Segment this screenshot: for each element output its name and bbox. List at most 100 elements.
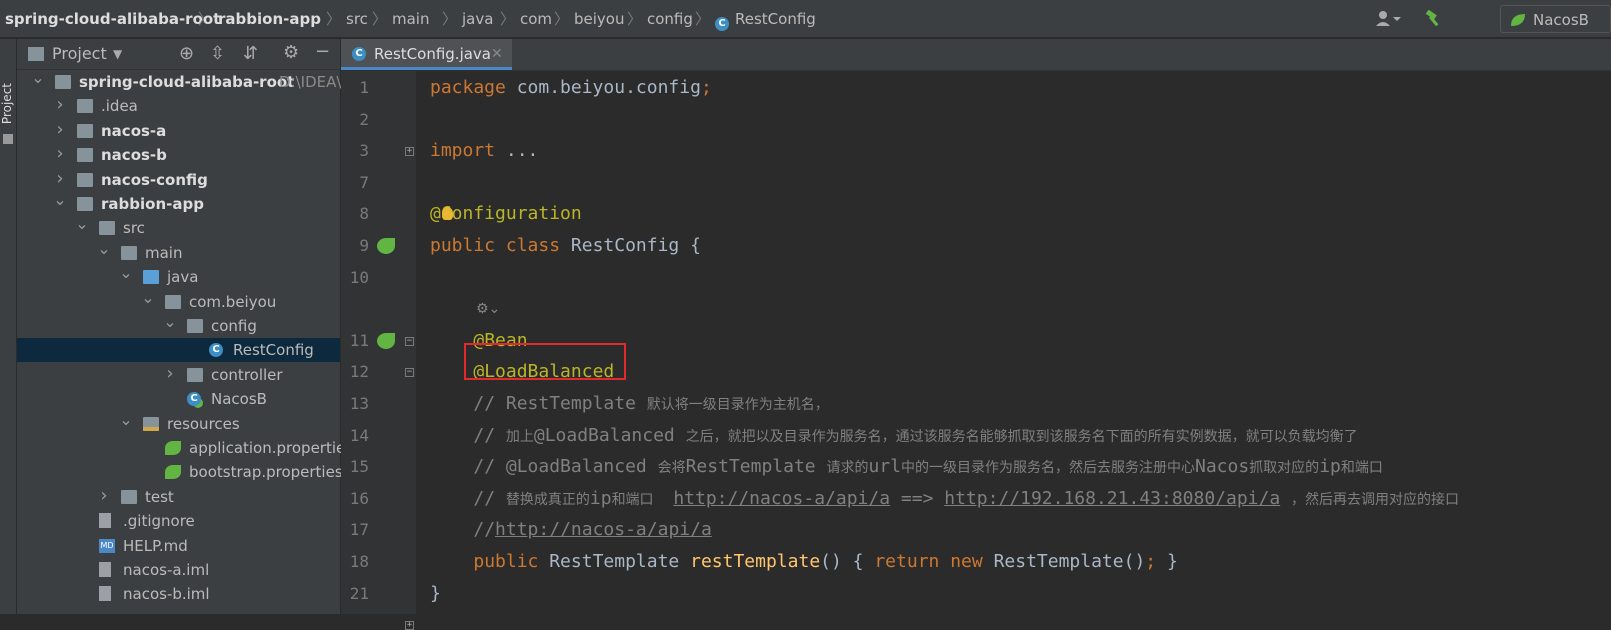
chevron-down-icon[interactable]: ⌄ — [31, 66, 45, 90]
code-token: public class — [430, 235, 571, 256]
code-token: // — [473, 424, 506, 446]
code-token: url — [868, 456, 901, 478]
code-token: ==> — [890, 487, 945, 509]
tree-row[interactable]: ⌄ spring-cloud-alibaba-root D:\IDEA\spr — [17, 68, 365, 94]
breadcrumb-item[interactable]: main — [392, 9, 429, 29]
panel-title[interactable]: Project — [52, 44, 107, 64]
tree-item-label: main — [145, 243, 183, 262]
chevron-down-icon[interactable]: ⌄ — [141, 286, 155, 310]
breadcrumb-item[interactable]: src — [346, 9, 368, 29]
code-token: // — [473, 519, 496, 541]
folder-icon — [77, 99, 93, 114]
fold-icon[interactable]: − — [405, 336, 414, 346]
locate-icon[interactable]: ⊕ — [179, 43, 194, 64]
code-token: ，然后再去调用对应的接口 — [1291, 491, 1460, 508]
collapse-all-icon[interactable]: ⇵ — [243, 43, 258, 64]
code-token: RestTemplate — [549, 551, 691, 572]
lightbulb-icon[interactable] — [442, 207, 453, 221]
chevron-right-icon[interactable]: › — [53, 167, 67, 191]
breadcrumb-item[interactable]: RestConfig — [735, 9, 816, 29]
spring-bean-gutter-icon[interactable] — [377, 238, 395, 254]
tree-row[interactable]: ⌄ resources — [17, 410, 340, 436]
chevron-down-icon[interactable]: ⌄ — [119, 261, 133, 285]
spring-boot-icon — [1509, 12, 1527, 32]
tree-row[interactable]: .gitignore — [17, 509, 340, 533]
chevron-right-icon[interactable]: › — [53, 118, 67, 142]
module-folder-icon — [77, 197, 93, 211]
line-number: 3 — [359, 141, 369, 161]
class-icon: C — [715, 11, 729, 31]
spring-bean-gutter-icon[interactable] — [377, 332, 395, 349]
package-icon — [187, 367, 203, 382]
tree-row[interactable]: application.properties — [17, 436, 353, 460]
minimize-icon[interactable]: − — [315, 41, 330, 62]
breadcrumb-separator: 〉 — [442, 10, 458, 28]
run-config-label: NacosB — [1533, 11, 1589, 29]
tree-row[interactable]: › nacos-a — [17, 119, 340, 143]
chevron-right-icon[interactable]: › — [53, 93, 67, 117]
code-line: public RestTemplate restTemplate() { ret… — [430, 546, 1177, 578]
breadcrumb-item[interactable]: beiyou — [574, 9, 624, 29]
line-number: 10 — [349, 267, 369, 287]
fold-icon[interactable]: + — [405, 621, 414, 630]
tree-row[interactable]: › controller — [17, 363, 340, 387]
run-configuration-select[interactable]: NacosB — [1500, 5, 1611, 33]
line-number — [341, 293, 369, 325]
fold-icon[interactable]: + — [405, 147, 414, 157]
line-number: 1 — [359, 78, 369, 97]
tree-row[interactable]: › test — [17, 485, 340, 509]
iml-icon — [99, 586, 111, 602]
tree-row[interactable]: ⌄ rabbion-app — [17, 190, 340, 216]
tree-row[interactable]: ⌄ com.beiyou — [17, 288, 340, 314]
code-token: import — [430, 140, 506, 162]
tree-row[interactable]: ⌄ config — [17, 312, 340, 338]
folder-icon — [28, 47, 44, 61]
build-hammer-icon[interactable] — [1424, 9, 1444, 30]
chevron-right-icon[interactable]: › — [53, 142, 67, 166]
breadcrumb-item[interactable]: rabbion-app — [218, 9, 321, 29]
code-line: // @LoadBalanced 会将RestTemplate 请求的url中的… — [430, 451, 1383, 483]
tree-item-label: nacos-a.iml — [123, 561, 210, 579]
close-icon[interactable]: ✕ — [491, 44, 503, 64]
tree-row[interactable]: ⌄ java — [17, 263, 340, 289]
tree-row[interactable]: bootstrap.properties — [17, 460, 343, 484]
chevron-down-icon[interactable]: ⌄ — [119, 408, 133, 432]
chevron-right-icon[interactable]: › — [97, 484, 111, 508]
tree-row[interactable]: MD HELP.md — [17, 534, 340, 558]
breadcrumb-item[interactable]: com — [520, 9, 552, 29]
project-tool-window-button[interactable]: Project — [0, 83, 16, 124]
code-token: () { — [820, 551, 875, 572]
chevron-down-icon[interactable]: ⌄ — [75, 212, 89, 236]
tree-row[interactable]: › nacos-b — [17, 143, 340, 167]
tree-item-label: spring-cloud-alibaba-root — [79, 73, 295, 91]
chevron-down-icon[interactable]: ⌄ — [97, 237, 111, 261]
breadcrumb-item[interactable]: spring-cloud-alibaba-root — [5, 9, 220, 29]
tree-row[interactable]: ⌄ src — [17, 214, 340, 240]
code-token: return new — [874, 551, 994, 572]
breadcrumb-item[interactable]: config — [647, 9, 693, 29]
chevron-down-icon[interactable]: ▼ — [113, 44, 122, 64]
tab-restconfig-java[interactable]: C RestConfig.java ✕ — [341, 39, 512, 70]
tree-row[interactable]: nacos-b.iml — [17, 582, 340, 606]
fold-icon[interactable]: − — [405, 368, 414, 378]
tree-row[interactable]: C NacosB — [17, 387, 340, 411]
chevron-down-icon[interactable]: ⌄ — [163, 310, 177, 334]
gear-icon[interactable]: ⚙ — [283, 42, 299, 63]
folder-icon — [121, 489, 137, 504]
tree-item-label: application.properties — [189, 439, 354, 457]
chevron-down-icon[interactable]: ⌄ — [53, 188, 67, 212]
user-icon[interactable] — [1375, 10, 1401, 30]
chevron-right-icon[interactable]: › — [163, 362, 177, 386]
tree-row[interactable]: C RestConfig — [17, 338, 340, 363]
tree-item-label: nacos-b — [101, 146, 167, 165]
expand-all-icon[interactable]: ⇳ — [210, 43, 225, 64]
module-folder-icon — [77, 172, 93, 187]
tree-row[interactable]: › .idea — [17, 94, 340, 118]
tree-row[interactable]: nacos-a.iml — [17, 558, 340, 582]
inlay-action-icon[interactable]: ⚙⌄ — [476, 301, 500, 317]
folder-icon — [121, 245, 137, 260]
tree-row[interactable]: ⌄ main — [17, 239, 340, 265]
breadcrumb-item[interactable]: java — [462, 9, 493, 29]
